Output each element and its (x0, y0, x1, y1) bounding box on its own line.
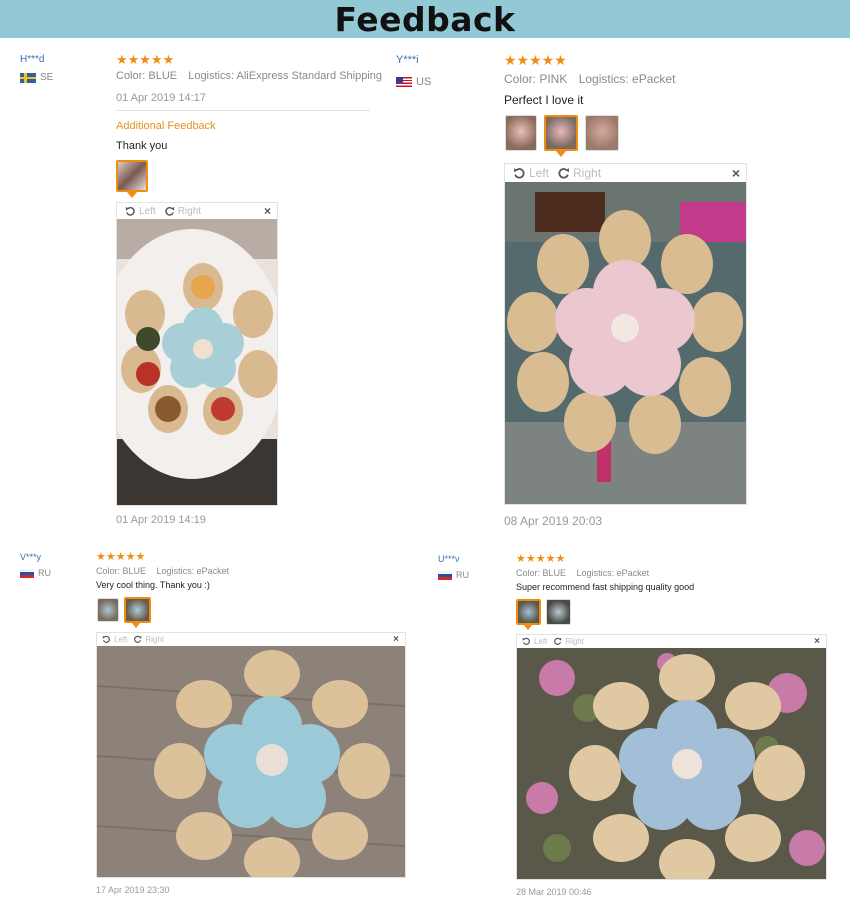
photo-viewer: Left Right × (516, 634, 827, 880)
review-photo (505, 182, 746, 504)
review-text: Very cool thing. Thank you :) (96, 580, 210, 590)
order-meta: Color: BLUE Logistics: ePacket (516, 568, 657, 578)
russia-flag-icon (438, 570, 452, 580)
viewer-toolbar: Left Right × (517, 635, 826, 648)
reviewer-name[interactable]: U***v (438, 554, 460, 564)
order-meta: Color: PINK Logistics: ePacket (504, 72, 683, 86)
color-option: Color: BLUE (96, 566, 147, 576)
photo-thumbnail[interactable] (585, 115, 619, 151)
logistics-option: Logistics: ePacket (156, 566, 230, 576)
rotate-right-label: Right (145, 635, 165, 644)
rotate-left-button[interactable]: Left (125, 206, 156, 217)
rotate-right-button[interactable]: Right (553, 637, 584, 646)
reviewer-name[interactable]: Y***i (396, 54, 419, 66)
photo-thumbnail-selected[interactable] (544, 115, 578, 151)
rotate-right-icon (165, 206, 174, 216)
viewer-toolbar: Left Right × (117, 203, 277, 219)
review-text: Super recommend fast shipping quality go… (516, 582, 695, 592)
rotate-left-label: Left (529, 166, 550, 180)
review-date: 28 Mar 2019 00:46 (516, 887, 592, 897)
reviewer-country: SE (20, 72, 53, 83)
rotate-left-label: Left (114, 635, 128, 644)
reviewer-name[interactable]: V***y (20, 552, 41, 562)
sweden-flag-icon (20, 72, 36, 83)
photo-thumbnail-selected[interactable] (516, 599, 541, 625)
reviewer-country: US (396, 76, 431, 88)
reviewer-country: RU (438, 570, 469, 580)
selected-thumb-caret (556, 151, 566, 157)
viewer-toolbar: Left Right × (505, 164, 746, 182)
close-icon[interactable]: × (814, 636, 820, 647)
review-photo (117, 219, 277, 505)
selected-thumb-caret (132, 623, 140, 628)
page-title: Feedback (334, 0, 516, 39)
review-text: Perfect I love it (504, 93, 584, 107)
rotate-right-label: Right (177, 205, 202, 217)
viewer-toolbar: Left Right × (97, 633, 405, 646)
close-icon[interactable]: × (732, 165, 740, 181)
review-date: 08 Apr 2019 20:03 (504, 514, 603, 528)
usa-flag-icon (396, 77, 412, 87)
photo-viewer: Left Right × (504, 163, 747, 505)
rotate-left-button[interactable]: Left (102, 635, 127, 644)
rotate-right-button[interactable]: Right (133, 635, 164, 644)
rotate-left-icon (125, 206, 135, 216)
rotate-right-button[interactable]: Right (164, 206, 201, 217)
color-option: Color: PINK (504, 72, 568, 86)
additional-feedback-label: Additional Feedback (116, 120, 216, 132)
color-option: Color: BLUE (116, 70, 178, 82)
photo-thumbnail[interactable] (505, 115, 537, 151)
photo-viewer: Left Right × (116, 202, 278, 506)
country-code: SE (40, 72, 54, 83)
rotate-right-icon (554, 637, 562, 645)
photo-thumbnail[interactable] (546, 599, 571, 625)
photo-thumbnail-selected[interactable] (124, 597, 151, 623)
country-code: RU (38, 568, 51, 578)
photo-thumbnail[interactable] (116, 160, 148, 192)
rotate-right-icon (134, 635, 142, 643)
feedback-banner: Feedback (0, 0, 850, 39)
photo-viewer: Left Right × (96, 632, 406, 878)
selected-thumb-caret (127, 192, 137, 198)
review-date: 01 Apr 2019 14:17 (116, 92, 206, 104)
review-photo (517, 648, 826, 879)
photo-thumbnail[interactable] (97, 598, 119, 622)
review-date: 17 Apr 2019 23:30 (96, 885, 170, 895)
close-icon[interactable]: × (393, 634, 399, 645)
reviewer-country: RU (20, 568, 51, 578)
star-rating: ★★★★★ (516, 553, 566, 565)
rotate-left-icon (514, 167, 525, 178)
rotate-left-button[interactable]: Left (513, 166, 549, 180)
star-rating: ★★★★★ (116, 52, 175, 67)
logistics-option: Logistics: AliExpress Standard Shipping (188, 70, 383, 82)
logistics-option: Logistics: ePacket (576, 568, 650, 578)
color-option: Color: BLUE (516, 568, 567, 578)
logistics-option: Logistics: ePacket (578, 72, 676, 86)
close-icon[interactable]: × (264, 204, 271, 218)
order-meta: Color: BLUE Logistics: ePacket (96, 566, 237, 576)
rotate-left-icon (102, 635, 110, 643)
country-code: US (416, 76, 432, 88)
reviewer-name[interactable]: H***d (20, 54, 44, 65)
rotate-right-icon (558, 167, 569, 178)
rotate-left-icon (522, 637, 530, 645)
rotate-right-button[interactable]: Right (557, 166, 601, 180)
order-meta: Color: BLUE Logistics: AliExpress Standa… (116, 70, 390, 82)
country-code: RU (456, 570, 469, 580)
divider (116, 110, 370, 111)
review-photo (97, 646, 405, 877)
star-rating: ★★★★★ (504, 52, 567, 68)
rotate-right-label: Right (573, 166, 602, 180)
review-text: Thank you (116, 140, 168, 152)
rotate-right-label: Right (565, 637, 585, 646)
rotate-left-label: Left (139, 205, 156, 217)
star-rating: ★★★★★ (96, 551, 146, 563)
rotate-left-label: Left (534, 637, 548, 646)
selected-thumb-caret (524, 625, 532, 630)
rotate-left-button[interactable]: Left (522, 637, 547, 646)
russia-flag-icon (20, 568, 34, 578)
photo-date: 01 Apr 2019 14:19 (116, 514, 206, 526)
